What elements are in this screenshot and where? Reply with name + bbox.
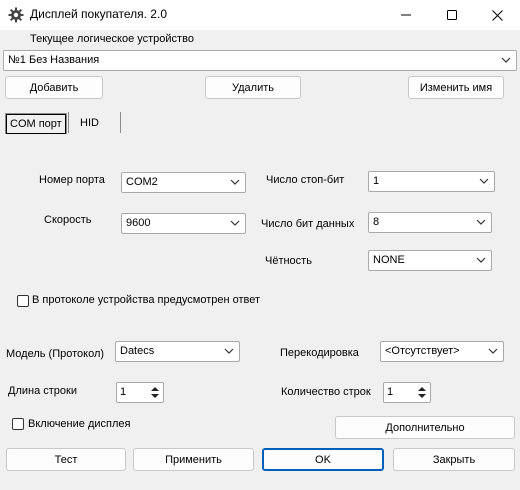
port-select[interactable]: COM2 xyxy=(121,172,246,193)
tab-hid[interactable]: HID xyxy=(76,112,103,133)
model-label: Модель (Протокол) xyxy=(6,348,105,360)
window-title: Дисплей покупателя. 2.0 xyxy=(30,7,167,21)
parity-select[interactable]: NONE xyxy=(368,250,492,271)
recode-label: Перекодировка xyxy=(280,347,359,359)
stopbits-label: Число стоп-бит xyxy=(266,174,345,186)
tab-divider xyxy=(68,112,69,133)
speed-label: Скорость xyxy=(44,214,92,226)
advanced-button[interactable]: Дополнительно xyxy=(335,416,515,439)
chevron-down-icon xyxy=(488,348,498,354)
ok-button[interactable]: OK xyxy=(262,448,384,471)
parity-select-value: NONE xyxy=(373,254,405,266)
close-button[interactable] xyxy=(474,0,520,30)
line-length-stepper[interactable]: 1 xyxy=(116,382,164,403)
databits-label: Число бит данных xyxy=(261,218,355,230)
line-count-value: 1 xyxy=(387,386,394,398)
minimize-button[interactable] xyxy=(383,0,429,30)
port-label: Номер порта xyxy=(39,174,105,186)
stopbits-select[interactable]: 1 xyxy=(368,171,495,192)
stepper-arrows-icon[interactable] xyxy=(416,384,428,401)
rename-device-button[interactable]: Изменить имя xyxy=(408,76,504,99)
delete-device-button[interactable]: Удалить xyxy=(205,76,301,99)
device-select-value: №1 Без Названия xyxy=(8,54,100,66)
add-device-button[interactable]: Добавить xyxy=(5,76,103,99)
chevron-down-icon xyxy=(230,220,240,226)
chevron-down-icon xyxy=(476,219,486,225)
device-label: Текущее логическое устройство xyxy=(30,33,194,45)
close-icon xyxy=(491,9,503,21)
line-length-value: 1 xyxy=(120,386,127,398)
speed-select[interactable]: 9600 xyxy=(121,213,246,234)
line-length-label: Длина строки xyxy=(8,385,77,397)
stopbits-select-value: 1 xyxy=(373,175,380,187)
chevron-down-icon xyxy=(501,57,511,63)
apply-button[interactable]: Применить xyxy=(133,448,254,471)
model-select[interactable]: Datecs xyxy=(115,341,240,362)
recode-select-value: <Отсутствует> xyxy=(385,345,460,357)
gear-icon xyxy=(8,7,24,23)
display-on-checkbox[interactable] xyxy=(12,418,24,430)
close-dialog-button[interactable]: Закрыть xyxy=(393,448,515,471)
display-on-label: Включение дисплея xyxy=(28,418,131,430)
reply-checkbox[interactable] xyxy=(17,295,29,307)
device-select[interactable]: №1 Без Названия xyxy=(3,50,517,71)
maximize-icon xyxy=(447,10,457,20)
databits-select-value: 8 xyxy=(373,216,380,228)
recode-select[interactable]: <Отсутствует> xyxy=(380,341,504,362)
databits-select[interactable]: 8 xyxy=(368,212,492,233)
chevron-down-icon xyxy=(476,257,486,263)
chevron-down-icon xyxy=(224,348,234,354)
port-select-value: COM2 xyxy=(126,176,158,188)
model-select-value: Datecs xyxy=(120,345,155,357)
test-button[interactable]: Тест xyxy=(6,448,126,471)
minimize-icon xyxy=(401,14,411,16)
speed-select-value: 9600 xyxy=(126,217,151,229)
chevron-down-icon xyxy=(479,178,489,184)
stepper-arrows-icon[interactable] xyxy=(149,384,161,401)
line-count-stepper[interactable]: 1 xyxy=(383,382,431,403)
reply-checkbox-label: В протоколе устройства предусмотрен отве… xyxy=(32,294,261,306)
tab-divider xyxy=(120,112,121,133)
line-count-label: Количество строк xyxy=(281,386,371,398)
maximize-button[interactable] xyxy=(429,0,475,30)
parity-label: Чётность xyxy=(265,255,312,267)
tab-com-port[interactable]: COM порт xyxy=(5,113,67,134)
chevron-down-icon xyxy=(230,179,240,185)
